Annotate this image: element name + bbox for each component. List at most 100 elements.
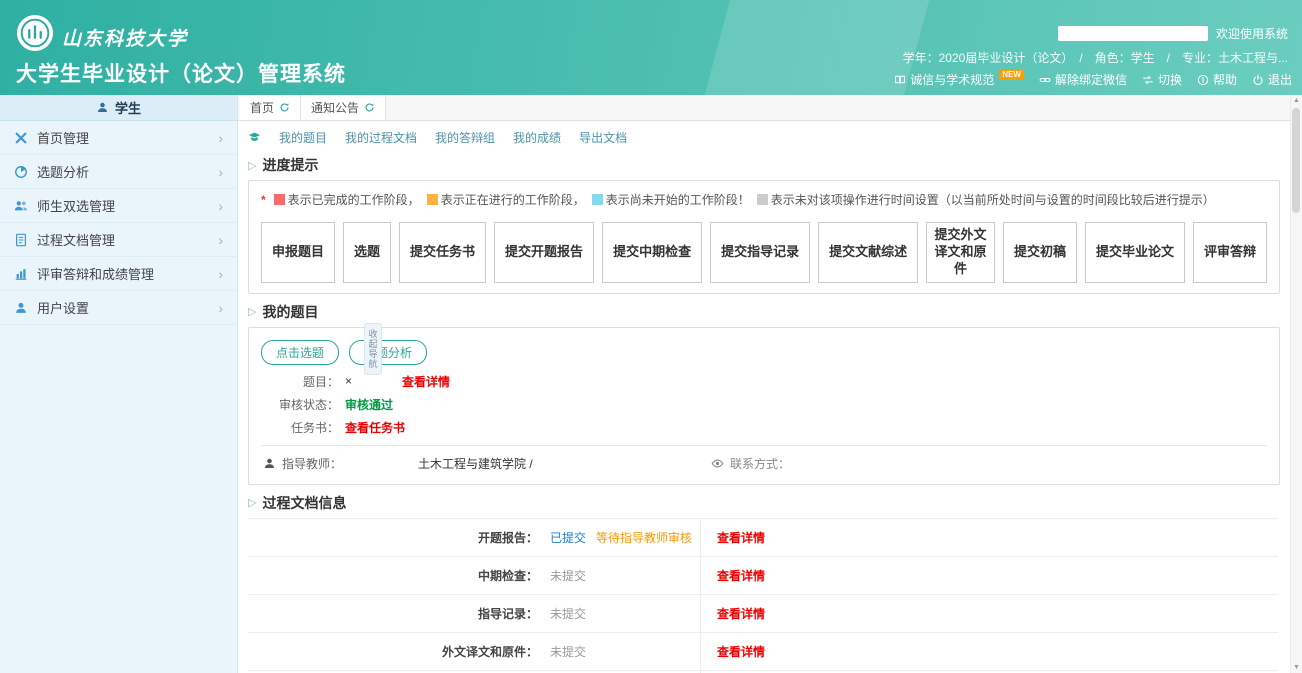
legend-swatch bbox=[427, 194, 438, 205]
refresh-icon bbox=[279, 102, 290, 113]
vertical-scrollbar[interactable]: ▲ ▼ bbox=[1290, 95, 1302, 673]
collapse-triangle-icon[interactable]: ▷ bbox=[248, 496, 256, 509]
view-detail-link[interactable]: 查看详情 bbox=[717, 529, 765, 546]
view-detail-link[interactable]: 查看详情 bbox=[717, 567, 765, 584]
book-icon bbox=[894, 74, 906, 86]
view-detail-link[interactable]: 查看详情 bbox=[717, 605, 765, 622]
progress-stage-8: 提交初稿 bbox=[1003, 222, 1077, 283]
doc-label: 外文译文和原件： bbox=[248, 633, 550, 670]
topic-analysis-button[interactable]: 选题分析 bbox=[349, 340, 427, 365]
view-task-book-link[interactable]: 查看任务书 bbox=[345, 419, 405, 436]
sidebar-item-4[interactable]: 评审答辩和成绩管理› bbox=[0, 257, 237, 291]
tab-bar: 首页通知公告 bbox=[238, 95, 1302, 121]
progress-stage-2: 提交任务书 bbox=[399, 222, 486, 283]
refresh-icon bbox=[364, 102, 375, 113]
legend-swatch bbox=[592, 194, 603, 205]
contact-label: 联系方式： bbox=[730, 455, 790, 472]
header-link-4[interactable]: 退出 bbox=[1252, 71, 1292, 88]
view-detail-link[interactable]: 查看详情 bbox=[717, 643, 765, 660]
tab-0[interactable]: 首页 bbox=[240, 95, 301, 120]
student-icon bbox=[96, 101, 109, 114]
chevron-right-icon: › bbox=[218, 232, 223, 248]
person-icon bbox=[263, 457, 276, 470]
header-link-1[interactable]: 解除绑定微信 bbox=[1039, 71, 1127, 88]
doc-row-1: 中期检查： 未提交 查看详情 bbox=[248, 557, 1278, 595]
progress-stage-9: 提交毕业论文 bbox=[1085, 222, 1185, 283]
doc-action-cell: 查看详情 bbox=[701, 595, 765, 632]
chevron-right-icon: › bbox=[218, 198, 223, 214]
doc-status: 未提交 bbox=[550, 605, 586, 622]
review-status-value: 审核通过 bbox=[345, 396, 393, 413]
select-topic-button[interactable]: 点击选题 bbox=[261, 340, 339, 365]
university-name: 山东科技大学 bbox=[62, 24, 188, 51]
chart-bar-icon bbox=[14, 267, 28, 281]
doc-status-cell: 已提交等待指导教师审核 bbox=[550, 519, 701, 556]
section-title-text: 进度提示 bbox=[262, 155, 318, 175]
chevron-right-icon: › bbox=[218, 164, 223, 180]
sidebar-role-label: 学生 bbox=[115, 98, 141, 117]
chevron-right-icon: › bbox=[218, 266, 223, 282]
quick-link-4[interactable]: 导出文档 bbox=[579, 129, 627, 146]
my-topic-panel: 点击选题选题分析 题目： × 查看详情 审核状态： 审核通过 任务书： 查看任务… bbox=[248, 327, 1280, 485]
section-docs-title: ▷ 过程文档信息 bbox=[248, 493, 1280, 513]
header-link-2[interactable]: 切换 bbox=[1142, 71, 1182, 88]
progress-stage-10: 评审答辩 bbox=[1193, 222, 1267, 283]
topic-value: × bbox=[345, 374, 352, 388]
sidebar-item-5[interactable]: 用户设置› bbox=[0, 291, 237, 325]
quick-link-0[interactable]: 我的题目 bbox=[279, 129, 327, 146]
task-book-row: 任务书： 查看任务书 bbox=[261, 419, 1267, 436]
doc-label: 开题报告： bbox=[248, 519, 550, 556]
doc-row-0: 开题报告： 已提交等待指导教师审核 查看详情 bbox=[248, 519, 1278, 557]
sidebar-item-2[interactable]: 师生双选管理› bbox=[0, 189, 237, 223]
sidebar-item-3[interactable]: 过程文档管理› bbox=[0, 223, 237, 257]
tab-1[interactable]: 通知公告 bbox=[301, 95, 386, 120]
doc-label: 中期检查： bbox=[248, 557, 550, 594]
sidebar-item-0[interactable]: 首页管理› bbox=[0, 121, 237, 155]
view-topic-detail-link[interactable]: 查看详情 bbox=[402, 373, 450, 390]
header-links: 诚信与学术规范NEW 解除绑定微信切换帮助退出 bbox=[894, 71, 1292, 88]
document-icon bbox=[14, 233, 28, 247]
task-book-label: 任务书： bbox=[261, 419, 339, 436]
progress-stage-0: 申报题目 bbox=[261, 222, 335, 283]
review-status-row: 审核状态： 审核通过 bbox=[261, 396, 1267, 413]
header-link-3[interactable]: 帮助 bbox=[1197, 71, 1237, 88]
main-layout: 学生 首页管理›选题分析›师生双选管理›过程文档管理›评审答辩和成绩管理›用户设… bbox=[0, 95, 1302, 673]
eye-icon bbox=[711, 457, 724, 470]
sidebar-item-1[interactable]: 选题分析› bbox=[0, 155, 237, 189]
doc-label: 指导记录： bbox=[248, 595, 550, 632]
progress-panel: *表示已完成的工作阶段，表示正在进行的工作阶段，表示尚未开始的工作阶段！表示未对… bbox=[248, 180, 1280, 294]
quick-link-3[interactable]: 我的成绩 bbox=[513, 129, 561, 146]
content-area: 首页通知公告 我的题目 我的过程文档 我的答辩组 我的成绩 导出文档 ▷ 进度提示 *表… bbox=[238, 95, 1302, 673]
section-progress-title: ▷ 进度提示 bbox=[248, 155, 1280, 175]
quick-link-1[interactable]: 我的过程文档 bbox=[345, 129, 417, 146]
people-icon bbox=[14, 199, 28, 213]
progress-stage-1: 选题 bbox=[343, 222, 391, 283]
header-link-0[interactable]: 诚信与学术规范NEW bbox=[894, 71, 1024, 88]
collapse-nav-handle[interactable]: 收起导航 bbox=[364, 323, 382, 375]
session-info: 学年：2020届毕业设计（论文） / 角色：学生 / 专业：土木工程与... bbox=[903, 49, 1288, 66]
tools-icon bbox=[14, 131, 28, 145]
chevron-right-icon: › bbox=[218, 300, 223, 316]
quick-link-2[interactable]: 我的答辩组 bbox=[435, 129, 495, 146]
collapse-triangle-icon[interactable]: ▷ bbox=[248, 159, 256, 172]
progress-stages: 申报题目选题提交任务书提交开题报告提交中期检查提交指导记录提交文献综述提交外文译… bbox=[261, 222, 1267, 283]
header: 山东科技大学 大学生毕业设计（论文）管理系统 欢迎使用系统 学年：2020届毕业… bbox=[0, 0, 1302, 95]
scroll-up-arrow-icon[interactable]: ▲ bbox=[1291, 95, 1302, 106]
app-window: 山东科技大学 大学生毕业设计（论文）管理系统 欢迎使用系统 学年：2020届毕业… bbox=[0, 0, 1302, 673]
quick-links-row: 我的题目 我的过程文档 我的答辩组 我的成绩 导出文档 bbox=[248, 125, 1280, 149]
doc-status: 未提交 bbox=[550, 567, 586, 584]
graduate-icon bbox=[248, 131, 261, 144]
chart-pie-icon bbox=[14, 165, 28, 179]
legend-swatch bbox=[274, 194, 285, 205]
topic-buttons-row: 点击选题选题分析 bbox=[261, 340, 1267, 365]
advisor-row: 指导教师： 土木工程与建筑学院 / 联系方式： bbox=[261, 453, 1267, 474]
progress-legend: *表示已完成的工作阶段，表示正在进行的工作阶段，表示尚未开始的工作阶段！表示未对… bbox=[261, 191, 1267, 208]
scrollbar-thumb[interactable] bbox=[1292, 108, 1300, 213]
doc-row-2: 指导记录： 未提交 查看详情 bbox=[248, 595, 1278, 633]
collapse-triangle-icon[interactable]: ▷ bbox=[248, 305, 256, 318]
welcome-row: 欢迎使用系统 bbox=[1058, 25, 1288, 42]
scroll-down-arrow-icon[interactable]: ▼ bbox=[1291, 662, 1302, 673]
doc-action-cell: 查看详情 bbox=[701, 633, 765, 670]
section-title-text: 过程文档信息 bbox=[262, 493, 346, 513]
contact-group: 联系方式： bbox=[711, 455, 790, 472]
